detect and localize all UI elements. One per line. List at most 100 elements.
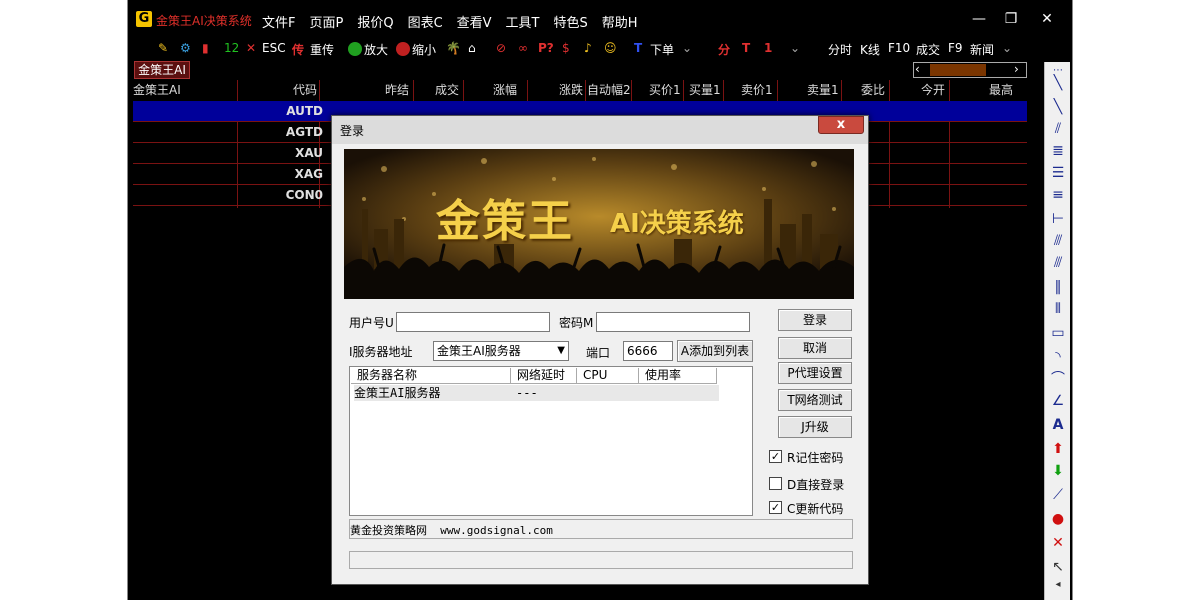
port-input[interactable]: 6666 bbox=[623, 341, 673, 361]
cycle-line-icon[interactable]: ⊢ bbox=[1049, 210, 1067, 228]
vertical-scrollbar[interactable] bbox=[1027, 80, 1043, 600]
ray-icon[interactable]: ╲ bbox=[1049, 98, 1067, 116]
esc-button[interactable]: ESC bbox=[262, 41, 286, 55]
col-bid1[interactable]: 买价1 bbox=[649, 80, 681, 100]
list-header-cpu[interactable]: CPU bbox=[577, 368, 639, 384]
chuan-icon[interactable]: 传 bbox=[292, 41, 304, 58]
zoom-out-button[interactable]: 缩小 bbox=[396, 41, 436, 58]
menu-tools[interactable]: 工具T bbox=[506, 12, 540, 31]
list-header-usage[interactable]: 使用率 bbox=[639, 368, 717, 384]
chevron-down-icon[interactable]: ▼ bbox=[557, 342, 565, 360]
more-icon[interactable]: ⌄ bbox=[1002, 41, 1012, 55]
maximize-icon[interactable]: ❐ bbox=[1002, 10, 1020, 28]
circle-mark-icon[interactable]: ● bbox=[1049, 510, 1067, 528]
scroll-left-icon[interactable]: ‹ bbox=[915, 62, 920, 76]
menu-view[interactable]: 查看V bbox=[457, 12, 492, 31]
parallel-line-icon[interactable]: ⫽ bbox=[1049, 120, 1067, 138]
scroll-down-icon[interactable]: ◂ bbox=[1049, 576, 1067, 594]
network-test-button[interactable]: T网络测试 bbox=[778, 389, 852, 411]
percent-line-icon[interactable]: ☰ bbox=[1049, 164, 1067, 182]
horizontal-scrollbar[interactable]: ‹ › bbox=[913, 62, 1027, 78]
col-volume[interactable]: 成交 bbox=[435, 80, 459, 100]
update-code-checkbox[interactable]: ✓ bbox=[769, 501, 782, 514]
scroll-thumb[interactable] bbox=[930, 64, 986, 76]
col-ratio[interactable]: 委比 bbox=[861, 80, 885, 100]
close-icon[interactable]: ✕ bbox=[1038, 10, 1056, 28]
dialog-close-button[interactable]: x bbox=[818, 116, 864, 134]
col-code[interactable]: 代码 bbox=[293, 80, 317, 100]
list-item[interactable]: 金策王AI服务器 --- bbox=[354, 385, 719, 401]
rechuan-button[interactable]: 重传 bbox=[310, 41, 334, 58]
pen-icon[interactable]: ✎ bbox=[158, 41, 168, 55]
fib-time-icon[interactable]: ⦀ bbox=[1049, 300, 1067, 318]
kline-button[interactable]: K线 bbox=[860, 41, 880, 58]
server-select[interactable]: 金策王AI服务器 ▼ bbox=[433, 341, 569, 361]
angle-icon[interactable]: ∠ bbox=[1049, 392, 1067, 410]
palm-icon[interactable]: 🌴 bbox=[446, 41, 461, 55]
col-name[interactable]: 金策王AI bbox=[133, 80, 181, 100]
minimize-icon[interactable]: — bbox=[970, 10, 988, 28]
text-icon[interactable]: A bbox=[1049, 416, 1067, 434]
menu-quote[interactable]: 报价Q bbox=[357, 12, 393, 31]
add-to-list-button[interactable]: A添加到列表 bbox=[677, 340, 753, 362]
list-header-latency[interactable]: 网络延时 bbox=[511, 368, 577, 384]
col-askvol1[interactable]: 卖量1 bbox=[807, 80, 839, 100]
ban-icon[interactable]: ⊘ bbox=[496, 41, 506, 55]
home-icon[interactable]: ⌂ bbox=[468, 41, 476, 55]
col-prev-settle[interactable]: 昨结 bbox=[385, 80, 409, 100]
col-change[interactable]: 涨跌 bbox=[559, 80, 583, 100]
arc-icon[interactable]: ◝ bbox=[1049, 348, 1067, 366]
band-line-icon[interactable]: ≡ bbox=[1049, 186, 1067, 204]
server-list[interactable]: 服务器名称 网络延时 CPU 使用率 金策王AI服务器 --- bbox=[349, 366, 753, 516]
speed-line-icon[interactable]: ⫻ bbox=[1049, 254, 1067, 272]
order-button[interactable]: 下单 bbox=[650, 41, 674, 58]
menu-file[interactable]: 文件F bbox=[262, 12, 295, 31]
col-ask1[interactable]: 卖价1 bbox=[741, 80, 773, 100]
menu-page[interactable]: 页面P bbox=[309, 12, 343, 31]
news-button[interactable]: 新闻 bbox=[970, 41, 994, 58]
menu-special[interactable]: 特色S bbox=[554, 12, 588, 31]
cursor-icon[interactable]: ↖ bbox=[1049, 558, 1067, 576]
one-icon[interactable]: 1 bbox=[764, 41, 772, 55]
col-bidvol1[interactable]: 买量1 bbox=[689, 80, 721, 100]
t-icon[interactable]: T bbox=[634, 41, 642, 55]
fan-lines-icon[interactable]: ⟋ bbox=[1049, 486, 1067, 504]
col-change-pct[interactable]: 涨幅 bbox=[493, 80, 517, 100]
candle-icon[interactable]: ▮ bbox=[202, 41, 209, 55]
f9-button[interactable]: F9 bbox=[948, 41, 963, 55]
dollar-icon[interactable]: $ bbox=[562, 41, 570, 55]
zoom-in-button[interactable]: 放大 bbox=[348, 41, 388, 58]
fen-icon[interactable]: 分 bbox=[718, 41, 730, 58]
x-icon[interactable]: ✕ bbox=[246, 41, 256, 55]
menu-help[interactable]: 帮助H bbox=[602, 12, 638, 31]
gold-ratio-icon[interactable]: ≣ bbox=[1049, 142, 1067, 160]
direct-login-checkbox[interactable] bbox=[769, 477, 782, 490]
up-arrow-icon[interactable]: ⬆ bbox=[1049, 440, 1067, 458]
cancel-button[interactable]: 取消 bbox=[778, 337, 852, 359]
login-button[interactable]: 登录 bbox=[778, 309, 852, 331]
col-auto-range[interactable]: 自动幅2 bbox=[587, 80, 631, 100]
cycle-arc-icon[interactable]: ⌒ bbox=[1049, 370, 1067, 388]
proxy-settings-button[interactable]: P代理设置 bbox=[778, 362, 852, 384]
user-input[interactable] bbox=[396, 312, 550, 332]
delete-icon[interactable]: ✕ bbox=[1049, 534, 1067, 552]
tab-jincewang[interactable]: 金策王AI bbox=[134, 61, 190, 79]
remember-password-checkbox[interactable]: ✓ bbox=[769, 450, 782, 463]
upgrade-button[interactable]: J升级 bbox=[778, 416, 852, 438]
chengjiao-button[interactable]: 成交 bbox=[916, 41, 940, 58]
list-header-name[interactable]: 服务器名称 bbox=[351, 368, 511, 384]
fib-fan-icon[interactable]: ⫻ bbox=[1049, 232, 1067, 250]
help-query-icon[interactable]: P? bbox=[538, 41, 554, 55]
menu-chart[interactable]: 图表C bbox=[408, 12, 443, 31]
scroll-right-icon[interactable]: › bbox=[1014, 62, 1019, 76]
fenshi-button[interactable]: 分时 bbox=[828, 41, 852, 58]
password-input[interactable] bbox=[596, 312, 750, 332]
expand-icon[interactable]: ⌄ bbox=[790, 41, 800, 55]
t-red-icon[interactable]: T bbox=[742, 41, 750, 55]
line-icon[interactable]: ╲ bbox=[1049, 74, 1067, 92]
col-high[interactable]: 最高 bbox=[989, 80, 1013, 100]
f10-button[interactable]: F10 bbox=[888, 41, 910, 55]
rectangle-icon[interactable]: ▭ bbox=[1049, 324, 1067, 342]
down-arrow-icon[interactable]: ⬇ bbox=[1049, 462, 1067, 480]
time-zone-icon[interactable]: ‖ bbox=[1049, 278, 1067, 296]
